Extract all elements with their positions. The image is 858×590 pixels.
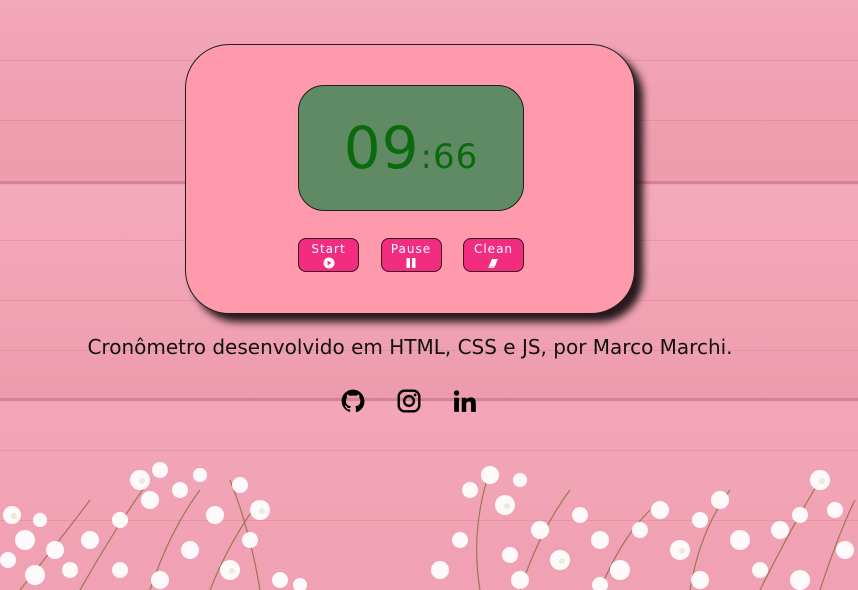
pause-button[interactable]: Pause xyxy=(380,238,442,272)
social-links xyxy=(340,386,478,416)
github-icon xyxy=(341,389,365,413)
pause-icon xyxy=(406,257,416,268)
time-readout: 09 : 66 xyxy=(344,114,479,182)
clean-button[interactable]: Clean xyxy=(463,238,524,272)
instagram-icon xyxy=(397,389,421,413)
clean-button-label: Clean xyxy=(473,241,514,256)
github-link[interactable] xyxy=(340,386,366,416)
stopwatch-card: 09 : 66 Start Pause Clean xyxy=(185,44,635,314)
time-separator: : xyxy=(420,137,432,177)
instagram-link[interactable] xyxy=(396,386,422,416)
time-display: 09 : 66 xyxy=(298,85,524,211)
baby-breath-flowers xyxy=(0,462,856,590)
eraser-icon xyxy=(487,258,498,268)
linkedin-icon xyxy=(453,390,476,412)
start-button-label: Start xyxy=(311,241,346,256)
start-button[interactable]: Start xyxy=(298,238,359,272)
pause-button-label: Pause xyxy=(390,241,432,256)
credit-text: Cronômetro desenvolvido em HTML, CSS e J… xyxy=(87,335,733,359)
control-buttons: Start Pause Clean xyxy=(298,238,524,272)
seconds-value: 09 xyxy=(343,114,420,182)
play-circle-icon xyxy=(323,257,334,268)
linkedin-link[interactable] xyxy=(452,386,478,416)
centiseconds-value: 66 xyxy=(433,137,479,177)
